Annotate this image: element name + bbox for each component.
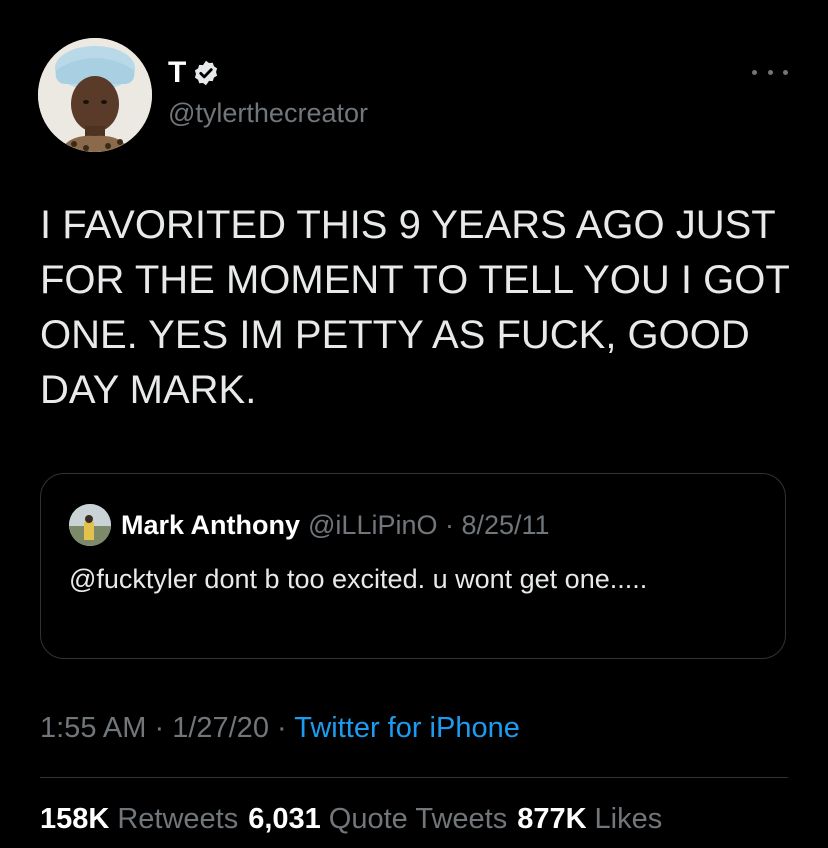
quote-tweets-label: Quote Tweets bbox=[328, 803, 508, 835]
author-avatar[interactable] bbox=[38, 38, 152, 152]
divider bbox=[40, 777, 788, 778]
likes-label: Likes bbox=[594, 803, 663, 835]
author-avatar-image bbox=[38, 38, 152, 152]
quoted-tweet-card[interactable]: Mark Anthony @iLLiPinO · 8/25/11 @fuckty… bbox=[40, 473, 786, 659]
retweets-count: 158K bbox=[40, 803, 110, 835]
author-name-row[interactable]: T bbox=[168, 56, 220, 90]
quote-tweets-count: 6,031 bbox=[248, 803, 321, 835]
likes-stat[interactable]: 877K Likes bbox=[517, 803, 662, 836]
author-handle[interactable]: @tylerthecreator bbox=[168, 98, 368, 129]
quote-tweets-stat[interactable]: 6,031 Quote Tweets bbox=[248, 803, 507, 836]
likes-count: 877K bbox=[517, 803, 587, 835]
quoted-tweet-text: @fucktyler dont b too excited. u wont ge… bbox=[69, 564, 648, 594]
author-display-name[interactable]: T bbox=[168, 56, 186, 90]
meta-separator: · bbox=[268, 712, 295, 744]
quoted-author-meta: @iLLiPinO · 8/25/11 bbox=[308, 509, 550, 540]
meta-separator: · bbox=[146, 712, 173, 744]
tweet-meta-row: 1:55 AM · 1/27/20 · Twitter for iPhone bbox=[40, 712, 520, 745]
retweets-label: Retweets bbox=[117, 803, 239, 835]
verified-badge-icon bbox=[192, 59, 220, 87]
more-dot bbox=[767, 69, 773, 75]
tweet-source-link[interactable]: Twitter for iPhone bbox=[294, 712, 520, 744]
more-dot bbox=[783, 69, 788, 75]
tweet-text: I FAVORITED THIS 9 YEARS AGO JUST FOR TH… bbox=[40, 203, 790, 412]
tweet-stats: 158K Retweets 6,031 Quote Tweets 877K Li… bbox=[40, 803, 662, 836]
retweets-stat[interactable]: 158K Retweets bbox=[40, 803, 238, 836]
quoted-tweet-header: Mark Anthony @iLLiPinO · 8/25/11 bbox=[69, 504, 550, 546]
more-options-icon[interactable] bbox=[752, 62, 788, 82]
quoted-author-name: Mark Anthony bbox=[121, 509, 301, 540]
more-dot bbox=[752, 69, 757, 75]
quoted-author-avatar bbox=[69, 504, 111, 546]
tweet-date[interactable]: 1/27/20 bbox=[172, 712, 269, 744]
tweet-time[interactable]: 1:55 AM bbox=[40, 712, 146, 744]
